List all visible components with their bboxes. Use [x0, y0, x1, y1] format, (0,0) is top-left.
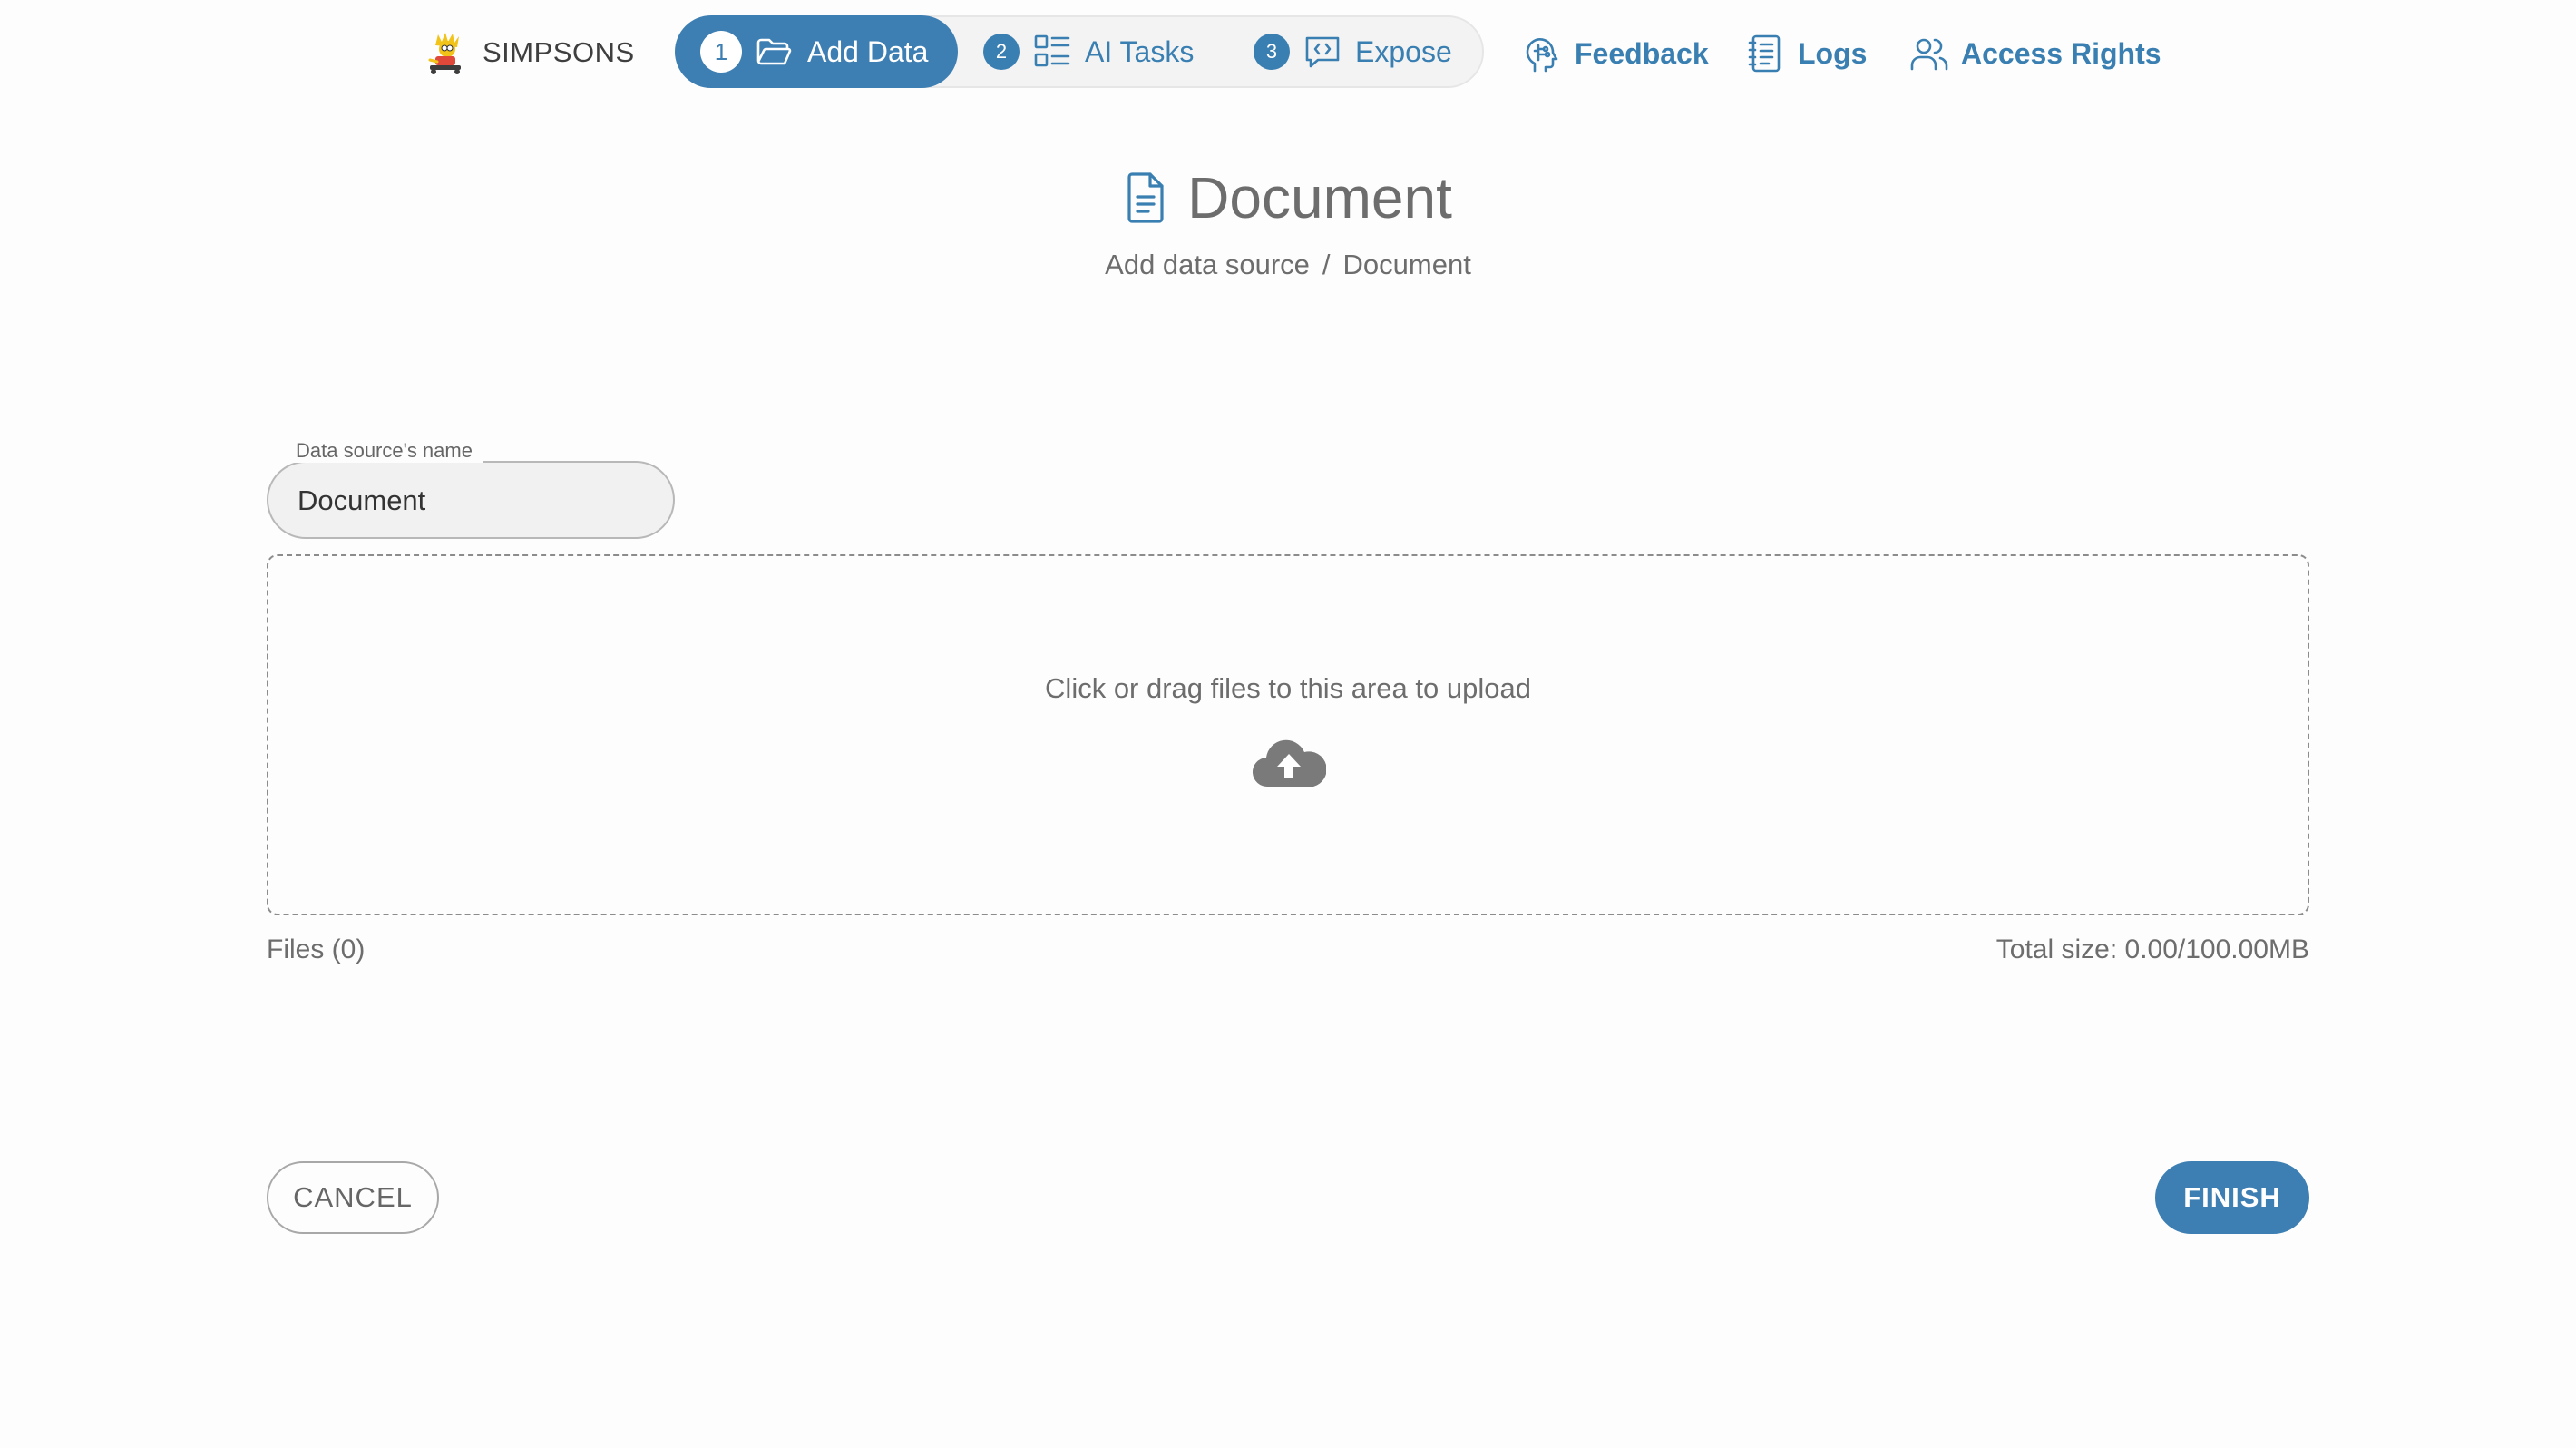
step-ai-tasks[interactable]: 2 AI Tasks: [983, 17, 1194, 86]
page-header: Document Add data source / Document: [0, 160, 2576, 281]
brand[interactable]: SIMPSONS: [423, 27, 635, 78]
nav-logs-label: Logs: [1798, 36, 1868, 70]
list-grid-icon: [1034, 34, 1070, 67]
file-upload-dropzone[interactable]: Click or drag files to this area to uplo…: [267, 554, 2309, 915]
nav-access-rights[interactable]: Access Rights: [1908, 27, 2161, 80]
upload-prompt: Click or drag files to this area to uplo…: [1045, 672, 1531, 704]
cancel-button[interactable]: CANCEL: [267, 1161, 439, 1234]
users-icon: [1910, 38, 1948, 71]
cartoon-character-logo-icon: [428, 33, 461, 74]
step-number: 2: [983, 34, 1020, 70]
nav-feedback-label: Feedback: [1575, 36, 1709, 70]
finish-button[interactable]: FINISH: [2155, 1161, 2309, 1234]
nav-feedback[interactable]: Feedback: [1522, 27, 1709, 80]
folder-open-icon: [756, 38, 792, 65]
top-navigation-bar: SIMPSONS 1 Add Data 2 AI Tasks 3 Expose …: [0, 0, 2576, 107]
breadcrumb-item-add-data-source[interactable]: Add data source: [1105, 249, 1310, 280]
workflow-stepper: 1 Add Data 2 AI Tasks 3 Expose: [675, 15, 1484, 88]
data-source-name-input[interactable]: [296, 463, 662, 539]
step-label: Add Data: [807, 34, 929, 68]
document-icon: [1127, 172, 1164, 223]
nav-logs[interactable]: Logs: [1745, 27, 1867, 80]
step-expose[interactable]: 3 Expose: [1254, 17, 1452, 86]
nav-access-rights-label: Access Rights: [1961, 36, 2161, 70]
step-label: AI Tasks: [1085, 34, 1195, 68]
brand-name: SIMPSONS: [483, 36, 635, 68]
files-count: Files (0): [267, 934, 366, 964]
step-add-data[interactable]: 1 Add Data: [675, 15, 958, 88]
breadcrumb-item-document: Document: [1342, 249, 1471, 280]
notebook-icon: [1748, 34, 1781, 73]
data-source-name-label: Data source's name: [285, 439, 483, 463]
cloud-upload-icon: [1253, 739, 1326, 788]
step-label: Expose: [1355, 34, 1452, 68]
chat-code-icon: [1305, 36, 1340, 68]
breadcrumb: Add data source / Document: [0, 249, 2576, 281]
step-number: 1: [700, 31, 742, 73]
total-size: Total size: 0.00/100.00MB: [1995, 934, 2309, 964]
title-row: Document: [1124, 160, 1452, 236]
page-title: Document: [1187, 165, 1452, 230]
head-brain-icon: [1526, 38, 1558, 73]
breadcrumb-separator: /: [1322, 249, 1331, 280]
step-number: 3: [1254, 34, 1290, 70]
data-source-name-field: Data source's name: [267, 439, 675, 539]
